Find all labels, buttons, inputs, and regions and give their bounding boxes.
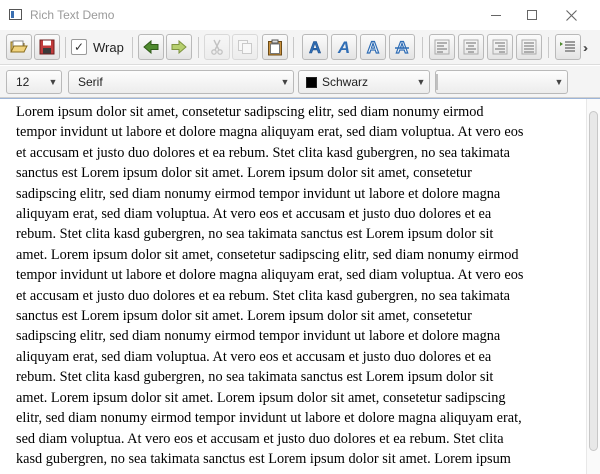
maximize-icon — [527, 10, 537, 20]
undo-button[interactable] — [138, 34, 164, 60]
strikethrough-icon: A — [395, 38, 409, 56]
align-justify-icon — [521, 39, 537, 55]
scrollbar-thumb[interactable] — [589, 111, 598, 451]
svg-text:A: A — [367, 38, 379, 56]
maximize-button[interactable] — [514, 0, 550, 30]
chevron-down-icon: ▼ — [48, 77, 58, 87]
cut-icon — [211, 39, 223, 55]
save-button[interactable] — [34, 34, 60, 60]
folder-open-icon — [10, 40, 28, 53]
font-size-value: 12 — [16, 75, 30, 89]
align-left-icon — [434, 39, 450, 55]
align-right-icon — [492, 39, 508, 55]
editor-content[interactable]: Lorem ipsum dolor sit amet, consetetur s… — [16, 102, 584, 469]
rich-text-editor[interactable]: Lorem ipsum dolor sit amet, consetetur s… — [0, 98, 600, 474]
title-bar: Rich Text Demo — [0, 0, 600, 30]
paste-icon — [268, 39, 282, 55]
italic-icon: A — [337, 38, 350, 56]
window-title: Rich Text Demo — [30, 8, 115, 22]
copy-button[interactable] — [232, 34, 258, 60]
background-color-select[interactable]: ▼ — [435, 70, 568, 94]
close-button[interactable] — [553, 0, 589, 30]
redo-icon — [171, 40, 187, 54]
chevron-down-icon: ▼ — [280, 77, 290, 87]
svg-text:A: A — [396, 38, 408, 56]
bold-icon: A — [309, 38, 322, 56]
undo-icon — [143, 40, 159, 54]
toolbar-separator — [132, 37, 133, 58]
wrap-checkbox[interactable]: ✓ Wrap — [71, 36, 124, 58]
align-left-button[interactable] — [429, 34, 455, 60]
minimize-button[interactable] — [478, 0, 514, 30]
align-center-button[interactable] — [458, 34, 484, 60]
align-center-icon — [463, 39, 479, 55]
font-family-select[interactable]: Serif ▼ — [68, 70, 294, 94]
toolbar-separator — [65, 37, 66, 58]
format-toolbar: 12 ▼ Serif ▼ Schwarz ▼ ▼ — [0, 66, 600, 98]
paste-button[interactable] — [262, 34, 288, 60]
text-color-select[interactable]: Schwarz ▼ — [298, 70, 430, 94]
open-button[interactable] — [6, 34, 32, 60]
cut-button[interactable] — [204, 34, 230, 60]
strikethrough-button[interactable]: A — [389, 34, 415, 60]
chevron-down-icon: ▼ — [416, 77, 426, 87]
main-toolbar: ✓ Wrap A A A A ›› — [0, 30, 600, 65]
italic-button[interactable]: A — [331, 34, 357, 60]
wrap-label: Wrap — [93, 39, 124, 55]
background-color-value — [436, 74, 551, 90]
list-icon — [560, 41, 575, 52]
color-swatch — [306, 76, 317, 88]
toolbar-separator — [548, 37, 549, 58]
bold-button[interactable]: A — [302, 34, 328, 60]
toolbar-separator — [422, 37, 423, 58]
outline-button[interactable]: A — [360, 34, 386, 60]
list-button[interactable] — [555, 34, 581, 60]
align-right-button[interactable] — [487, 34, 513, 60]
close-icon — [565, 9, 577, 21]
font-size-select[interactable]: 12 ▼ — [6, 70, 62, 94]
font-family-value: Serif — [78, 75, 103, 89]
toolbar-separator — [198, 37, 199, 58]
copy-icon — [238, 40, 252, 54]
empty-color-swatch — [436, 74, 438, 90]
svg-text:A: A — [337, 38, 350, 56]
text-color-value: Schwarz — [322, 75, 369, 89]
align-justify-button[interactable] — [516, 34, 542, 60]
outline-icon: A — [366, 38, 379, 56]
chevron-down-icon: ▼ — [554, 77, 564, 87]
redo-button[interactable] — [166, 34, 192, 60]
vertical-scrollbar[interactable] — [586, 99, 600, 474]
chevron-double-right-icon[interactable]: ›› — [583, 41, 588, 55]
save-icon — [39, 39, 55, 55]
toolbar-separator — [293, 37, 294, 58]
svg-text:A: A — [309, 38, 321, 56]
app-icon — [9, 9, 22, 20]
minimize-icon — [491, 15, 501, 16]
wrap-checkbox-box[interactable]: ✓ — [71, 39, 87, 55]
